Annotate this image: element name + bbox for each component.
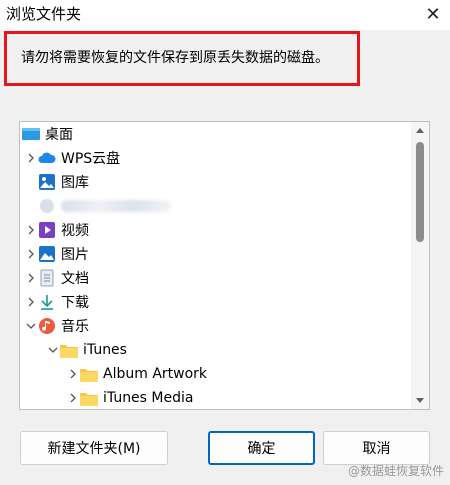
tree-item-videos[interactable]: 视频	[24, 218, 89, 242]
cancel-button[interactable]: 取消	[323, 431, 430, 465]
tree-item-itunes-media[interactable]: iTunes Media	[66, 386, 194, 409]
watermark-text: @数据蛙恢复软件	[347, 464, 444, 478]
new-folder-button[interactable]: 新建文件夹(M)	[20, 431, 168, 465]
tree-item-label: 图库	[61, 175, 89, 191]
music-icon	[38, 317, 56, 335]
chevron-right-icon[interactable]	[24, 247, 38, 261]
close-button[interactable]: ✕	[416, 0, 450, 28]
tree-item-album-artwork[interactable]: Album Artwork	[66, 362, 207, 386]
tree-item-label: 文档	[61, 271, 89, 287]
folder-icon	[60, 341, 78, 359]
tree-item-label: WPS云盘	[61, 151, 121, 167]
pictures-icon	[38, 245, 56, 263]
close-icon: ✕	[425, 3, 441, 25]
download-icon	[38, 293, 56, 311]
chevron-right-icon[interactable]	[66, 391, 80, 405]
tree-item-music[interactable]: 音乐	[24, 314, 89, 338]
ok-button[interactable]: 确定	[208, 431, 315, 465]
tree-item-label: Album Artwork	[103, 366, 208, 382]
folder-icon	[80, 365, 98, 383]
folder-icon	[80, 389, 98, 407]
video-icon	[38, 221, 56, 239]
tree-item-label: 下载	[61, 295, 89, 311]
document-icon	[38, 269, 56, 287]
tree-item-pictures[interactable]: 图片	[24, 242, 89, 266]
chevron-down-icon[interactable]	[46, 343, 60, 357]
tree-item-gallery[interactable]: 图库	[38, 170, 89, 194]
chevron-down-icon[interactable]	[24, 319, 38, 333]
watermark: @数据蛙恢复软件	[348, 462, 444, 479]
scroll-down-arrow-icon[interactable]	[411, 392, 429, 409]
tree-item-wps-cloud[interactable]: WPS云盘	[24, 146, 120, 170]
window-title: 浏览文件夹	[6, 5, 82, 23]
tree-item-label: 音乐	[61, 319, 89, 335]
user-folder-icon	[38, 197, 56, 215]
tree-item-itunes[interactable]: iTunes	[46, 338, 127, 362]
tree-item-desktop[interactable]: 桌面	[20, 122, 73, 146]
redacted-label	[61, 200, 171, 212]
scroll-up-arrow-icon[interactable]	[411, 122, 429, 139]
tree-item-label: iTunes	[83, 342, 127, 358]
gallery-icon	[38, 173, 56, 191]
chevron-right-icon[interactable]	[24, 151, 38, 165]
tree-item-label: 视频	[61, 223, 89, 239]
tree-item-label: 桌面	[45, 127, 73, 143]
vertical-scrollbar[interactable]	[411, 122, 429, 409]
title-bar: 浏览文件夹 ✕	[0, 0, 450, 30]
tree-item-documents[interactable]: 文档	[24, 266, 89, 290]
desktop-icon	[22, 125, 40, 143]
chevron-right-icon[interactable]	[66, 367, 80, 381]
tree-item-label: 图片	[61, 247, 89, 263]
chevron-right-icon[interactable]	[24, 223, 38, 237]
chevron-right-icon[interactable]	[24, 295, 38, 309]
tree-item-redacted[interactable]	[38, 194, 171, 218]
tree-item-downloads[interactable]: 下载	[24, 290, 89, 314]
instruction-text: 请勿将需要恢复的文件保存到原丢失数据的磁盘。	[21, 50, 329, 66]
folder-tree[interactable]: 桌面 WPS云盘 图库 视频 图片 文档 下载 音乐 iTunes Album …	[19, 121, 430, 410]
scroll-thumb[interactable]	[416, 142, 424, 242]
tree-item-label: iTunes Media	[103, 390, 194, 406]
cloud-icon	[38, 149, 56, 167]
chevron-right-icon[interactable]	[24, 271, 38, 285]
